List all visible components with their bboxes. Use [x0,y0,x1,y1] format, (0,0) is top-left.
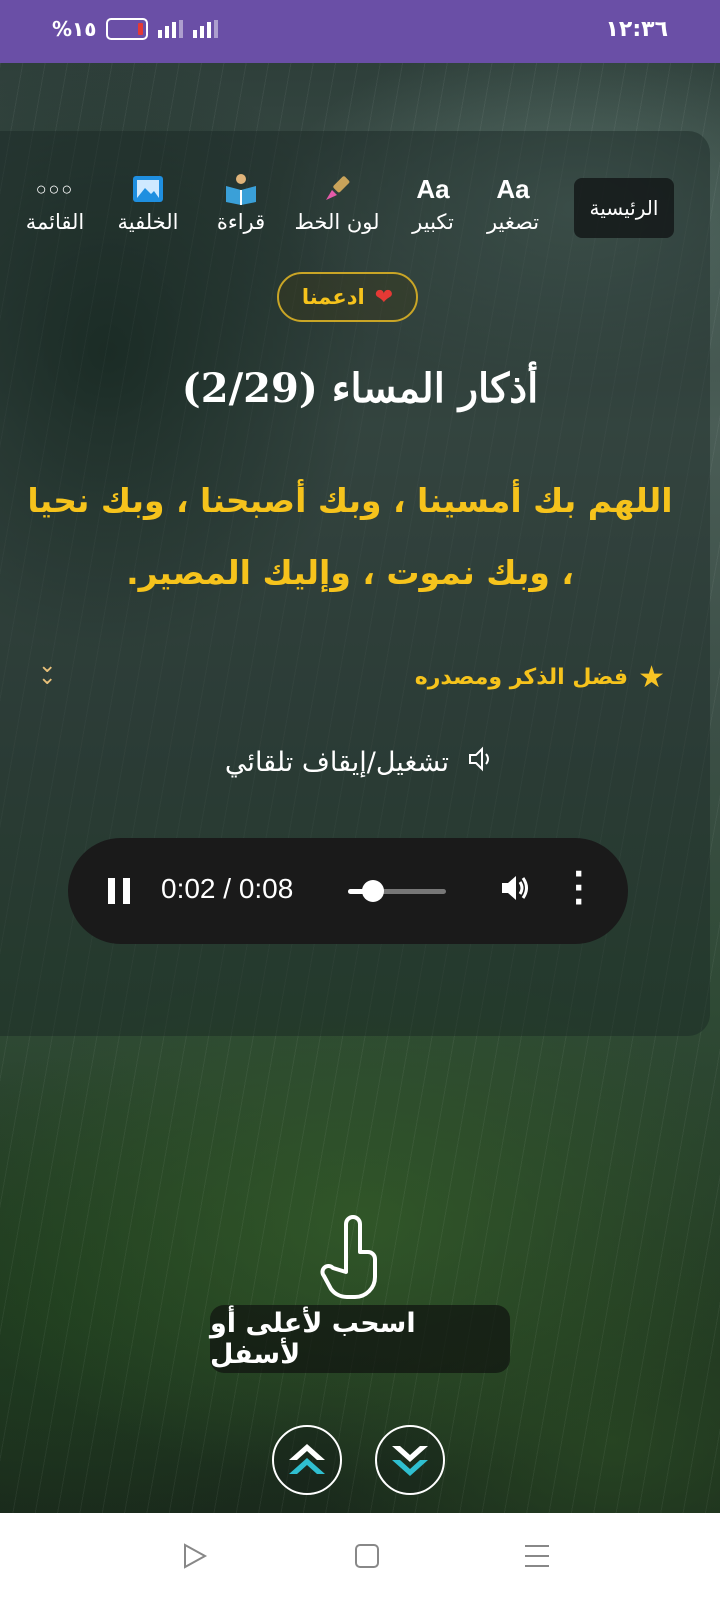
audio-progress-knob[interactable] [361,880,384,902]
battery-percent: %١٥ [52,17,97,41]
recents-menu-icon[interactable] [522,1541,552,1571]
page-title: أذكار المساء (2/29) [181,365,539,412]
double-chevron-up-icon [289,1444,325,1474]
hand-swipe-icon [320,1215,377,1299]
toolbar: الرئيسية Aa تصغير Aa تكبير لون الخط قراء… [0,160,720,255]
virtue-label: فضل الذكر ومصدره [414,665,629,690]
paintbrush-icon [287,170,387,208]
signal-icon-2 [193,20,219,38]
reading-label: قراءة [216,210,266,234]
support-button[interactable]: ادعمنا ❤ [277,272,418,322]
signal-icon [158,20,184,38]
home-square-icon[interactable] [352,1541,382,1571]
home-button[interactable]: الرئيسية [574,178,674,238]
virtue-link[interactable]: ★ فضل الذكر ومصدره [415,660,665,695]
speaker-icon [467,745,495,780]
battery-icon [106,18,149,40]
expand-chevron-icon[interactable]: ⌄ ⌄ [38,655,56,689]
font-color-button[interactable]: لون الخط [287,170,387,234]
volume-icon[interactable] [498,871,532,913]
more-options-icon[interactable]: · · · [573,860,584,918]
reading-button[interactable]: قراءة [191,170,291,234]
book-reader-icon [191,170,291,208]
double-chevron-down-icon [392,1446,428,1476]
clock: ١٢:٣٦ [605,17,668,42]
status-bar: %١٥ ١٢:٣٦ [0,0,720,63]
menu-button[interactable]: ○○○ القائمة [5,170,105,235]
audio-player: 0:02 / 0:08 · · · [68,838,628,944]
swipe-hint: اسحب لأعلى أو لأسفل [210,1305,510,1373]
autoplay-label: تشغيل/إيقاف تلقائي [224,747,450,778]
increase-font-label: تكبير [412,210,454,234]
zikr-text: اللهم بك أمسينا ، وبك أصبحنا ، وبك نحيا … [27,481,673,592]
system-navigation-bar [0,1513,720,1600]
status-left: %١٥ [52,17,219,41]
heart-icon: ❤ [374,284,394,310]
autoplay-toggle[interactable]: تشغيل/إيقاف تلقائي [0,745,720,780]
scroll-down-button[interactable] [375,1425,445,1495]
background-button[interactable]: الخلفية [98,170,198,234]
background-label: الخلفية [117,210,179,234]
star-icon: ★ [638,660,665,695]
back-triangle-icon[interactable] [180,1541,210,1571]
dots-icon: ○○○ [35,178,75,199]
menu-label: القائمة [25,210,85,234]
pause-icon[interactable] [108,878,130,904]
font-color-label: لون الخط [294,210,380,234]
increase-font-button[interactable]: Aa تكبير [383,170,483,235]
font-large-icon: Aa [416,173,450,204]
scroll-up-button[interactable] [272,1425,342,1495]
picture-icon [98,170,198,208]
support-label: ادعمنا [301,285,365,309]
audio-timecode: 0:02 / 0:08 [161,873,294,904]
